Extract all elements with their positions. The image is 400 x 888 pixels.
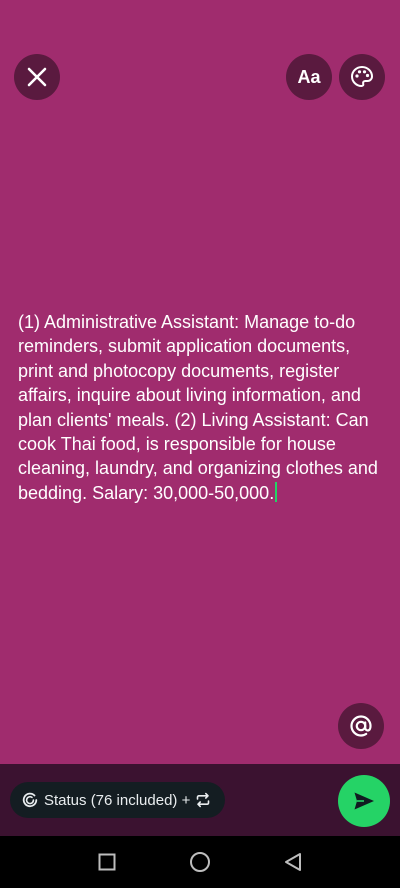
background-color-button[interactable]	[339, 54, 385, 100]
status-text: (1) Administrative Assistant: Manage to-…	[18, 312, 378, 503]
mention-icon	[350, 715, 372, 737]
status-ring-icon	[22, 792, 38, 808]
close-icon	[27, 67, 47, 87]
repeat-icon	[195, 792, 211, 808]
nav-home-button[interactable]	[187, 849, 213, 875]
nav-home-icon	[189, 852, 210, 872]
status-composer: Aa (1) Administrative Assistant: Manage …	[0, 0, 400, 764]
send-button[interactable]	[338, 775, 390, 827]
send-icon	[354, 792, 374, 810]
status-audience-button[interactable]: Status (76 included) +	[10, 782, 226, 818]
font-style-button[interactable]: Aa	[286, 54, 332, 100]
close-button[interactable]	[14, 54, 60, 100]
nav-back-button[interactable]	[280, 849, 306, 875]
nav-recents-icon	[98, 853, 116, 871]
footer-bar: Status (76 included) +	[0, 764, 400, 836]
status-text-input[interactable]: (1) Administrative Assistant: Manage to-…	[18, 310, 388, 505]
mention-button[interactable]	[338, 703, 384, 749]
text-cursor	[275, 481, 278, 502]
font-style-label: Aa	[297, 66, 321, 87]
nav-back-icon	[285, 853, 302, 871]
status-audience-label: Status (76 included) +	[44, 791, 191, 809]
nav-recents-button[interactable]	[94, 849, 120, 875]
system-navigation-bar	[0, 836, 400, 888]
palette-icon	[350, 65, 374, 88]
